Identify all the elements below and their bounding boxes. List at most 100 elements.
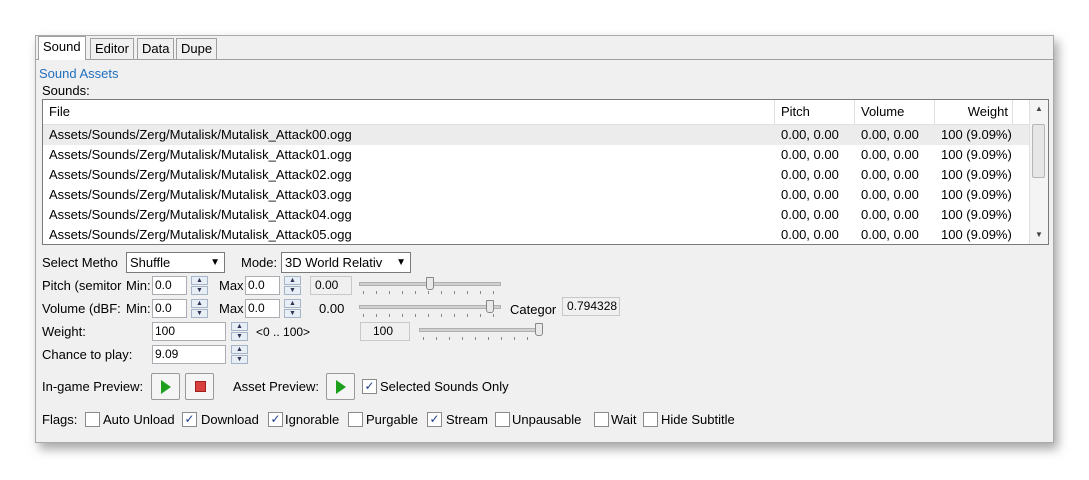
- asset-preview-label: Asset Preview:: [233, 379, 319, 394]
- flag-label: Wait: [611, 412, 637, 427]
- volume-slider[interactable]: [359, 300, 501, 317]
- column-header-volume[interactable]: Volume: [855, 100, 935, 124]
- flag-label: Purgable: [366, 412, 419, 427]
- tab-data[interactable]: Data: [137, 38, 175, 59]
- weight-slider[interactable]: [419, 323, 543, 340]
- sound-assets-link[interactable]: Sound Assets: [39, 66, 119, 81]
- flag-label: Ignorable: [285, 412, 340, 427]
- pitch-cell: 0.00, 0.00: [781, 167, 839, 182]
- volume-max-input[interactable]: 0.0: [245, 299, 280, 318]
- selected-sounds-only-label: Selected Sounds Only: [380, 379, 509, 394]
- volume-cell: 0.00, 0.00: [861, 147, 919, 162]
- pitch-min-label: Min:: [126, 278, 151, 293]
- slider-handle[interactable]: [486, 300, 494, 313]
- mode-label: Mode:: [241, 255, 278, 270]
- weight-spinner[interactable]: ▲ ▼: [231, 322, 248, 341]
- volume-label: Volume (dBF:: [42, 301, 121, 316]
- select-method-dropdown[interactable]: Shuffle ▼: [126, 252, 225, 273]
- flag-checkbox-purgable[interactable]: [348, 412, 363, 427]
- pitch-max-label: Max: [219, 278, 244, 293]
- flag-checkbox-download[interactable]: ✓: [182, 412, 197, 427]
- slider-ticks: [363, 314, 497, 317]
- flag-label: Stream: [446, 412, 488, 427]
- table-row[interactable]: Assets/Sounds/Zerg/Mutalisk/Mutalisk_Att…: [43, 145, 1030, 165]
- slider-ticks: [363, 291, 497, 294]
- list-header: File Pitch Volume Weight: [43, 100, 1030, 125]
- chance-spinner[interactable]: ▲ ▼: [231, 345, 248, 364]
- mode-value: 3D World Relativ: [285, 255, 383, 270]
- chance-label: Chance to play:: [42, 347, 133, 362]
- scroll-up-icon[interactable]: ▲: [1035, 104, 1043, 113]
- column-header-pitch[interactable]: Pitch: [775, 100, 855, 124]
- pitch-min-spinner[interactable]: ▲ ▼: [191, 276, 208, 295]
- weight-cell: 100 (9.09%): [941, 187, 1012, 202]
- select-method-value: Shuffle: [130, 255, 171, 270]
- pitch-value-display: 0.00: [310, 276, 352, 295]
- ingame-play-button[interactable]: [151, 373, 180, 400]
- pitch-min-input[interactable]: 0.0: [152, 276, 187, 295]
- select-method-label: Select Metho: [42, 255, 118, 270]
- ingame-preview-label: In-game Preview:: [42, 379, 144, 394]
- flag-checkbox-ignorable[interactable]: ✓: [268, 412, 283, 427]
- sound-file-list[interactable]: File Pitch Volume Weight Assets/Sounds/Z…: [42, 99, 1049, 245]
- pitch-max-spinner[interactable]: ▲ ▼: [284, 276, 301, 295]
- mode-dropdown[interactable]: 3D World Relativ ▼: [281, 252, 411, 273]
- table-row[interactable]: Assets/Sounds/Zerg/Mutalisk/Mutalisk_Att…: [43, 205, 1030, 225]
- selected-sounds-only-checkbox[interactable]: ✓: [362, 379, 377, 394]
- chance-input[interactable]: 9.09: [152, 345, 226, 364]
- category-label: Categor: [510, 302, 557, 317]
- volume-cell: 0.00, 0.00: [861, 207, 919, 222]
- volume-cell: 0.00, 0.00: [861, 127, 919, 142]
- sounds-label: Sounds:: [42, 83, 90, 98]
- weight-cell: 100 (9.09%): [941, 127, 1012, 142]
- weight-range-label: <0 .. 100>: [256, 325, 311, 339]
- volume-value-display: 0.00: [319, 301, 345, 316]
- column-header-file[interactable]: File: [43, 100, 775, 124]
- slider-ticks: [423, 337, 539, 340]
- tab-editor[interactable]: Editor: [90, 38, 134, 59]
- file-cell: Assets/Sounds/Zerg/Mutalisk/Mutalisk_Att…: [49, 147, 352, 162]
- volume-min-label: Min:: [126, 301, 151, 316]
- table-row[interactable]: Assets/Sounds/Zerg/Mutalisk/Mutalisk_Att…: [43, 185, 1030, 205]
- sound-editor-window: Sound Editor Data Dupe Sound Assets Soun…: [35, 35, 1054, 443]
- table-row[interactable]: Assets/Sounds/Zerg/Mutalisk/Mutalisk_Att…: [43, 165, 1030, 185]
- pitch-slider[interactable]: [359, 277, 501, 294]
- pitch-cell: 0.00, 0.00: [781, 127, 839, 142]
- scroll-down-icon[interactable]: ▼: [1035, 230, 1043, 239]
- pitch-label: Pitch (semitor: [42, 278, 122, 293]
- tab-dupe[interactable]: Dupe: [176, 38, 218, 59]
- volume-min-spinner[interactable]: ▲ ▼: [191, 299, 208, 318]
- flag-checkbox-auto-unload[interactable]: [85, 412, 100, 427]
- list-scrollbar[interactable]: ▲ ▼: [1029, 100, 1048, 244]
- flag-label: Download: [201, 412, 259, 427]
- chevron-down-icon: ▼: [396, 257, 406, 268]
- flag-label: Unpausable: [512, 412, 582, 427]
- volume-min-input[interactable]: 0.0: [152, 299, 187, 318]
- column-header-weight[interactable]: Weight: [935, 100, 1013, 124]
- flag-checkbox-stream[interactable]: ✓: [427, 412, 442, 427]
- file-cell: Assets/Sounds/Zerg/Mutalisk/Mutalisk_Att…: [49, 167, 352, 182]
- volume-cell: 0.00, 0.00: [861, 187, 919, 202]
- slider-handle[interactable]: [535, 323, 543, 336]
- asset-play-button[interactable]: [326, 373, 355, 400]
- scrollbar-thumb[interactable]: [1032, 124, 1045, 178]
- weight-input[interactable]: 100: [152, 322, 226, 341]
- flag-checkbox-hide-subtitle[interactable]: [643, 412, 658, 427]
- slider-handle[interactable]: [426, 277, 434, 290]
- table-row[interactable]: Assets/Sounds/Zerg/Mutalisk/Mutalisk_Att…: [43, 125, 1030, 145]
- volume-max-spinner[interactable]: ▲ ▼: [284, 299, 301, 318]
- pitch-cell: 0.00, 0.00: [781, 207, 839, 222]
- table-row[interactable]: Assets/Sounds/Zerg/Mutalisk/Mutalisk_Att…: [43, 225, 1030, 245]
- ingame-stop-button[interactable]: [185, 373, 214, 400]
- pitch-max-input[interactable]: 0.0: [245, 276, 280, 295]
- weight-cell: 100 (9.09%): [941, 147, 1012, 162]
- weight-cell: 100 (9.09%): [941, 167, 1012, 182]
- flag-label: Auto Unload: [103, 412, 175, 427]
- play-icon: [336, 380, 346, 394]
- tab-strip-border: [36, 59, 1053, 60]
- slider-track: [359, 305, 501, 309]
- file-cell: Assets/Sounds/Zerg/Mutalisk/Mutalisk_Att…: [49, 227, 352, 242]
- flag-checkbox-unpausable[interactable]: [495, 412, 510, 427]
- tab-sound[interactable]: Sound: [38, 36, 86, 60]
- flag-checkbox-wait[interactable]: [594, 412, 609, 427]
